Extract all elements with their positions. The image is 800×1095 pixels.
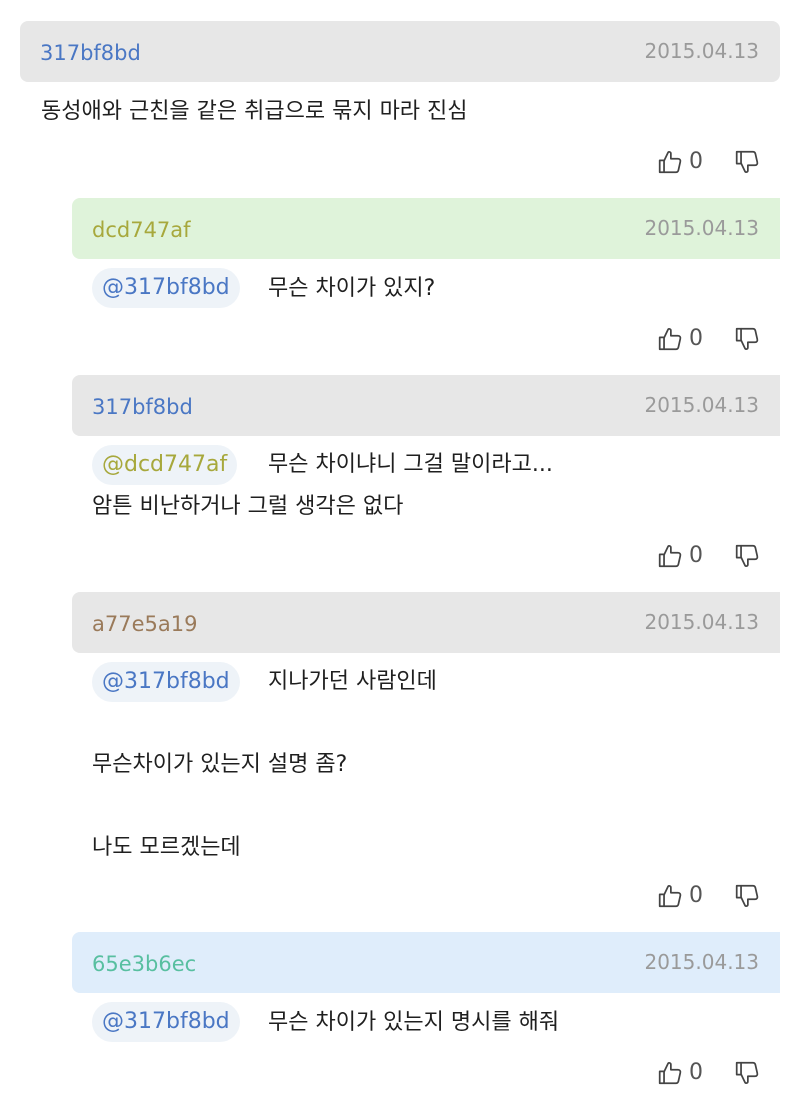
thumbs-up-icon[interactable]	[657, 149, 683, 175]
reply-text: 무슨차이가 있는지 설명 좀?	[92, 752, 348, 777]
reply-date: 2015.04.13	[644, 950, 759, 974]
reply-username[interactable]: 65e3b6ec	[92, 951, 196, 977]
reply-header: 317bf8bd 2015.04.13	[72, 375, 780, 436]
upvote-count: 0	[689, 543, 703, 568]
reply-text: 지나가던 사람인데	[268, 669, 437, 694]
thumbs-up-icon[interactable]	[657, 1060, 683, 1086]
thumbs-down-icon[interactable]	[734, 149, 760, 175]
reply-text: 무슨 차이가 있는지 명시를 해줘	[268, 1010, 560, 1035]
upvote-count: 0	[689, 326, 703, 351]
comment-header: 317bf8bd 2015.04.13	[20, 21, 780, 82]
vote-controls: 0	[657, 324, 760, 354]
thumbs-up-icon[interactable]	[657, 543, 683, 569]
vote-controls: 0	[657, 881, 760, 911]
reply-username[interactable]: 317bf8bd	[92, 394, 193, 420]
thumbs-down-icon[interactable]	[734, 1060, 760, 1086]
vote-controls: 0	[657, 1058, 760, 1088]
reply-text: 암튼 비난하거나 그럴 생각은 없다	[92, 494, 404, 519]
reply-username[interactable]: dcd747af	[92, 217, 191, 243]
reply-header: 65e3b6ec 2015.04.13	[72, 932, 780, 993]
upvote-count: 0	[689, 883, 703, 908]
vote-controls: 0	[657, 541, 760, 571]
vote-controls: 0	[657, 147, 760, 177]
mention-tag[interactable]: @317bf8bd	[92, 268, 240, 308]
reply-header: a77e5a19 2015.04.13	[72, 592, 780, 653]
reply-date: 2015.04.13	[644, 610, 759, 634]
thumbs-down-icon[interactable]	[734, 326, 760, 352]
thumbs-up-icon[interactable]	[657, 326, 683, 352]
mention-tag[interactable]: @dcd747af	[92, 445, 238, 485]
reply-text: 나도 모르겠는데	[92, 835, 241, 860]
mention-tag[interactable]: @317bf8bd	[92, 662, 240, 702]
thumbs-down-icon[interactable]	[734, 543, 760, 569]
comment-text: 동성애와 근친을 같은 취급으로 묶지 마라 진심	[41, 99, 468, 124]
reply-text: 무슨 차이냐니 그걸 말이라고...	[268, 452, 553, 477]
upvote-count: 0	[689, 1060, 703, 1085]
reply-username[interactable]: a77e5a19	[92, 611, 197, 637]
reply-text: 무슨 차이가 있지?	[268, 276, 436, 301]
reply-date: 2015.04.13	[644, 216, 759, 240]
reply-date: 2015.04.13	[644, 393, 759, 417]
thumbs-down-icon[interactable]	[734, 883, 760, 909]
thumbs-up-icon[interactable]	[657, 883, 683, 909]
comment-username[interactable]: 317bf8bd	[40, 40, 141, 66]
comment-date: 2015.04.13	[644, 39, 759, 63]
mention-tag[interactable]: @317bf8bd	[92, 1002, 240, 1042]
upvote-count: 0	[689, 149, 703, 174]
reply-header: dcd747af 2015.04.13	[72, 198, 780, 259]
